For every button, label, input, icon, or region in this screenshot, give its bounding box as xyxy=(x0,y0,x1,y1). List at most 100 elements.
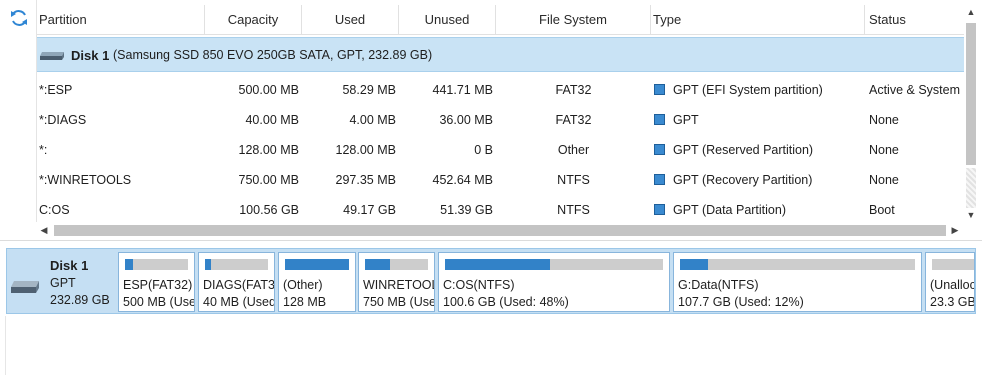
column-header-used[interactable]: Used xyxy=(302,5,399,35)
partition-name: *: xyxy=(39,143,48,157)
partition-block-g-data[interactable]: G:Data(NTFS) 107.7 GB (Used: 12%) xyxy=(673,252,922,312)
column-header-type[interactable]: Type xyxy=(651,5,865,35)
column-header-capacity[interactable]: Capacity xyxy=(205,5,302,35)
partition-capacity: 500.00 MB xyxy=(238,83,299,97)
partition-file-system: NTFS xyxy=(557,173,590,187)
partition-block-label: (Other) xyxy=(283,278,323,292)
usage-bar xyxy=(125,259,188,270)
vertical-scroll-thumb[interactable] xyxy=(966,23,976,165)
partition-type: GPT xyxy=(654,105,864,135)
horizontal-scrollbar[interactable]: ◀ ▶ xyxy=(37,222,964,238)
disk-detail: (Samsung SSD 850 EVO 250GB SATA, GPT, 23… xyxy=(113,48,433,62)
partition-status: Active & System xyxy=(869,83,960,97)
partition-status: None xyxy=(869,173,899,187)
partition-block-label: DIAGS(FAT32) xyxy=(203,278,275,292)
scroll-down-arrow-icon[interactable]: ▼ xyxy=(964,208,978,222)
partition-used: 4.00 MB xyxy=(349,113,396,127)
partition-type-label: GPT (Data Partition) xyxy=(673,203,787,217)
partition-type: GPT (Recovery Partition) xyxy=(654,165,864,195)
partition-type-label: GPT (Reserved Partition) xyxy=(673,143,814,157)
scroll-up-arrow-icon[interactable]: ▲ xyxy=(964,5,978,19)
partition-type-square-icon xyxy=(654,204,665,215)
partition-row[interactable]: *: 128.00 MB 128.00 MB 0 B Other GPT (Re… xyxy=(37,135,964,165)
partition-type-label: GPT xyxy=(673,113,699,127)
partition-block-diags[interactable]: DIAGS(FAT32) 40 MB (Used: 10%) xyxy=(198,252,275,312)
refresh-icon[interactable] xyxy=(9,8,29,28)
partition-block-c-os[interactable]: C:OS(NTFS) 100.6 GB (Used: 48%) xyxy=(438,252,670,312)
partition-file-system: NTFS xyxy=(557,203,590,217)
usage-bar xyxy=(680,259,915,270)
partition-block-label: C:OS(NTFS) xyxy=(443,278,515,292)
partition-block-unallocated[interactable]: (Unallocated) 23.3 GB xyxy=(925,252,975,312)
partition-unused: 0 B xyxy=(474,143,493,157)
disk-map-disk-info[interactable]: Disk 1 GPT 232.89 GB xyxy=(7,249,115,313)
partition-unused: 441.71 MB xyxy=(432,83,493,97)
partition-name: C:OS xyxy=(39,203,70,217)
partition-block-info: 23.3 GB xyxy=(930,295,975,309)
partition-type: GPT (EFI System partition) xyxy=(654,75,864,105)
partition-file-system: Other xyxy=(557,143,590,157)
usage-bar xyxy=(445,259,663,270)
partition-type-label: GPT (Recovery Partition) xyxy=(673,173,813,187)
partition-capacity: 128.00 MB xyxy=(238,143,299,157)
column-header-status[interactable]: Status xyxy=(867,5,964,35)
partition-name: *:ESP xyxy=(39,83,73,97)
partition-type-label: GPT (EFI System partition) xyxy=(673,83,823,97)
partition-block-winretools[interactable]: WINRETOOLS(NTFS) 750 MB (Used: 40%) xyxy=(358,252,435,312)
horizontal-scroll-thumb[interactable] xyxy=(54,225,946,236)
column-header: Partition Capacity Used Unused File Syst… xyxy=(37,5,964,35)
disk-row[interactable]: Disk 1 (Samsung SSD 850 EVO 250GB SATA, … xyxy=(37,37,964,72)
usage-bar-fill xyxy=(285,259,349,270)
partition-used: 49.17 GB xyxy=(343,203,396,217)
column-header-unused[interactable]: Unused xyxy=(399,5,496,35)
column-header-file-system[interactable]: File System xyxy=(496,5,651,35)
usage-bar-fill xyxy=(205,259,212,270)
bottom-divider xyxy=(5,316,6,375)
disk-name: Disk 1 xyxy=(71,48,110,63)
usage-bar-fill xyxy=(125,259,133,270)
partition-file-system: FAT32 xyxy=(555,83,592,97)
usage-bar xyxy=(932,259,974,270)
partition-used: 297.35 MB xyxy=(335,173,396,187)
partition-row[interactable]: C:OS 100.56 GB 49.17 GB 51.39 GB NTFS GP… xyxy=(37,195,964,225)
column-header-partition[interactable]: Partition xyxy=(37,5,205,35)
disk-drive-icon xyxy=(40,52,64,60)
partition-capacity: 100.56 GB xyxy=(239,203,299,217)
partition-row[interactable]: *:ESP 500.00 MB 58.29 MB 441.71 MB FAT32… xyxy=(37,75,964,105)
partition-type: GPT (Data Partition) xyxy=(654,195,864,225)
partition-unused: 36.00 MB xyxy=(439,113,493,127)
partition-name: *:DIAGS xyxy=(39,113,87,127)
partition-block-info: 750 MB (Used: 40%) xyxy=(363,295,434,309)
vertical-scrollbar[interactable]: ▲ ▼ xyxy=(964,5,978,222)
partition-table-panel: Partition Capacity Used Unused File Syst… xyxy=(0,0,982,240)
partition-row[interactable]: *:DIAGS 40.00 MB 4.00 MB 36.00 MB FAT32 … xyxy=(37,105,964,135)
partition-type-square-icon xyxy=(654,174,665,185)
partition-block-info: 128 MB xyxy=(283,295,327,309)
partition-unused: 51.39 GB xyxy=(440,203,493,217)
partition-block-other[interactable]: (Other) 128 MB xyxy=(278,252,356,312)
usage-bar xyxy=(285,259,349,270)
partition-used: 128.00 MB xyxy=(335,143,396,157)
partition-block-info: 100.6 GB (Used: 48%) xyxy=(443,295,569,309)
scroll-right-arrow-icon[interactable]: ▶ xyxy=(948,222,962,238)
usage-bar-fill xyxy=(365,259,391,270)
partition-file-system: FAT32 xyxy=(555,113,592,127)
disk-map-name: Disk 1 xyxy=(50,258,89,273)
partition-block-label: WINRETOOLS(NTFS) xyxy=(363,278,434,292)
scroll-left-arrow-icon[interactable]: ◀ xyxy=(37,222,51,238)
partition-block-label: ESP(FAT32) xyxy=(123,278,193,292)
partition-capacity: 750.00 MB xyxy=(238,173,299,187)
partition-status: Boot xyxy=(869,203,895,217)
disk-drive-icon xyxy=(11,281,39,293)
partition-block-label: (Unallocated) xyxy=(930,278,974,292)
partition-type: GPT (Reserved Partition) xyxy=(654,135,864,165)
partition-name: *:WINRETOOLS xyxy=(39,173,132,187)
partition-capacity: 40.00 MB xyxy=(245,113,299,127)
usage-bar-fill xyxy=(445,259,550,270)
partition-type-square-icon xyxy=(654,144,665,155)
usage-bar xyxy=(365,259,428,270)
partition-row[interactable]: *:WINRETOOLS 750.00 MB 297.35 MB 452.64 … xyxy=(37,165,964,195)
partition-block-esp[interactable]: ESP(FAT32) 500 MB (Used: 12%) xyxy=(118,252,195,312)
partition-status: None xyxy=(869,143,899,157)
vertical-scroll-track xyxy=(966,168,976,208)
